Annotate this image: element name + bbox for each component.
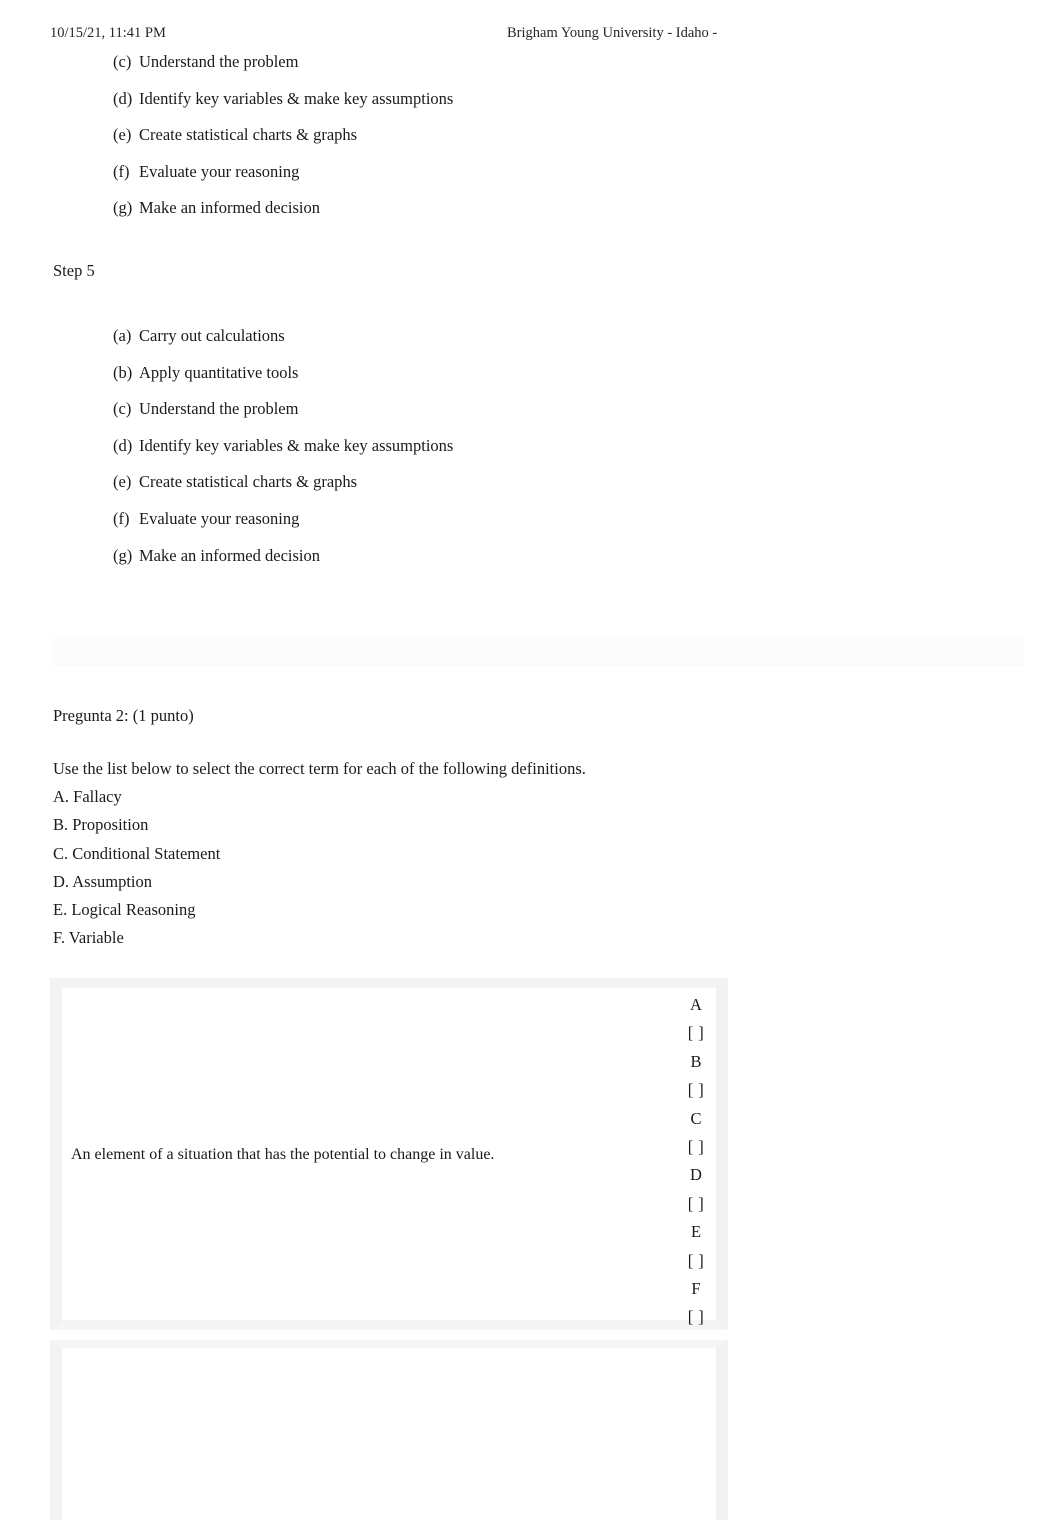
choice-letter: F bbox=[691, 1278, 701, 1298]
option-marker: (f) bbox=[113, 508, 130, 528]
step4-option-list: (c) Understand the problem (d) Identify ke… bbox=[113, 44, 453, 227]
term-item: D. Assumption bbox=[53, 871, 153, 891]
list-item[interactable]: (d) Identify key variables & make key ass… bbox=[113, 81, 453, 118]
definition-text: An element of a situation that has the p… bbox=[71, 1146, 495, 1163]
list-item[interactable]: (g) Make an informed decision bbox=[113, 538, 453, 575]
header-timestamp: 10/15/21, 11:41 PM bbox=[50, 25, 166, 41]
option-label: Make an informed decision bbox=[139, 198, 320, 218]
choice-letter: A bbox=[690, 995, 702, 1014]
list-item[interactable]: (b) Apply quantitative tools bbox=[113, 355, 453, 392]
term-item: A. Fallacy bbox=[53, 787, 122, 807]
option-label: Identify key variables & make key assump… bbox=[139, 435, 454, 455]
option-marker: (b) bbox=[113, 362, 133, 382]
option-marker: (c) bbox=[113, 399, 132, 419]
option-marker: (d) bbox=[113, 435, 133, 455]
option-marker: (f) bbox=[113, 161, 130, 181]
option-label: Make an informed decision bbox=[139, 545, 320, 565]
list-item[interactable]: (c) Understand the problem bbox=[113, 44, 453, 81]
option-label: Understand the problem bbox=[139, 52, 299, 71]
option-label: Evaluate your reasoning bbox=[139, 161, 300, 181]
choice-letter: B bbox=[690, 1051, 702, 1071]
list-item[interactable]: (e) Create statistical charts & graphs bbox=[113, 464, 453, 501]
matching-table-row: An element of a situation that has the p… bbox=[50, 978, 727, 1330]
choice-checkbox[interactable]: [ ] bbox=[676, 1247, 716, 1275]
step5-label: Step 5 bbox=[53, 261, 95, 280]
choice-checkbox[interactable]: [ ] bbox=[676, 1076, 716, 1104]
matching-choices-column: A [ ] B [ ] C [ ] D [ ] E [ ] F [ ] bbox=[676, 978, 728, 1330]
option-label: Create statistical charts & graphs bbox=[139, 125, 358, 145]
page-header: 10/15/21, 11:41 PM Brigham Young Univers… bbox=[0, 22, 1062, 44]
option-marker: (d) bbox=[113, 88, 133, 108]
list-item[interactable]: (g) Make an informed decision bbox=[113, 190, 453, 227]
choice-letter: C bbox=[690, 1108, 702, 1128]
option-marker: (g) bbox=[113, 545, 133, 565]
list-item[interactable]: (f) Evaluate your reasoning bbox=[113, 501, 453, 538]
option-label: Understand the problem bbox=[139, 399, 299, 419]
list-item[interactable]: (a) Carry out calculations bbox=[113, 318, 453, 355]
option-label: Identify key variables & make key assump… bbox=[139, 88, 454, 108]
option-label: Create statistical charts & graphs bbox=[139, 472, 358, 492]
option-marker: (a) bbox=[113, 326, 132, 345]
choice-checkbox[interactable]: [ ] bbox=[676, 1190, 716, 1218]
choice-checkbox[interactable]: [ ] bbox=[676, 1133, 716, 1161]
choice-checkbox[interactable]: [ ] bbox=[676, 1303, 716, 1331]
step5-option-list: (a) Carry out calculations (b) Apply quant… bbox=[113, 318, 453, 574]
option-label: Apply quantitative tools bbox=[139, 362, 299, 382]
term-item: B. Proposition bbox=[53, 815, 149, 835]
choice-letter: D bbox=[690, 1165, 702, 1185]
term-item: F. Variable bbox=[53, 928, 124, 948]
choice-checkbox[interactable]: [ ] bbox=[676, 1019, 716, 1047]
section-divider bbox=[52, 638, 1024, 666]
header-institution: Brigham Young University - Idaho - bbox=[507, 25, 718, 41]
question-title: Pregunta 2: (1 punto) bbox=[53, 706, 194, 725]
question-2-block: Pregunta 2: (1 punto) Use the list below… bbox=[53, 704, 813, 952]
matching-choices-column-next bbox=[676, 1340, 728, 1520]
question-prompt: Use the list below to select the correct… bbox=[53, 759, 586, 778]
term-item: C. Conditional Statement bbox=[53, 843, 221, 863]
list-item[interactable]: (c) Understand the problem bbox=[113, 391, 453, 428]
list-item[interactable]: (f) Evaluate your reasoning bbox=[113, 154, 453, 191]
document-page: 10/15/21, 11:41 PM Brigham Young Univers… bbox=[0, 0, 1062, 1520]
option-marker: (g) bbox=[113, 198, 133, 218]
list-item[interactable]: (e) Create statistical charts & graphs bbox=[113, 117, 453, 154]
term-item: E. Logical Reasoning bbox=[53, 900, 196, 920]
option-label: Carry out calculations bbox=[139, 326, 285, 345]
matching-table-row-next bbox=[50, 1340, 727, 1520]
choice-stack: A [ ] B [ ] C [ ] D [ ] E [ ] F [ ] bbox=[676, 991, 716, 1332]
option-marker: (e) bbox=[113, 472, 132, 492]
option-marker: (c) bbox=[113, 52, 132, 71]
list-item[interactable]: (d) Identify key variables & make key ass… bbox=[113, 428, 453, 465]
option-label: Evaluate your reasoning bbox=[139, 508, 300, 528]
choice-letter: E bbox=[690, 1222, 702, 1242]
option-marker: (e) bbox=[113, 125, 132, 145]
